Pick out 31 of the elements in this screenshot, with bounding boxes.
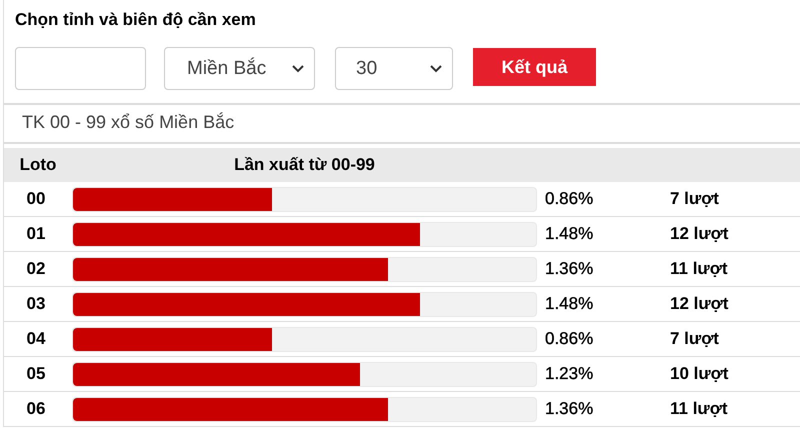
loto-number: 02 xyxy=(26,259,46,279)
count-value: 12 lượt xyxy=(669,294,728,314)
percent-value: 1.48% xyxy=(544,224,594,244)
count-value: 10 lượt xyxy=(669,364,728,384)
count-value: 11 lượt xyxy=(669,399,728,419)
percent-value: 1.36% xyxy=(544,399,594,419)
count-value: 7 lượt xyxy=(669,189,719,209)
percent-value: 1.23% xyxy=(544,364,594,384)
stats-title: TK 00 - 99 xổ số Miền Bắc xyxy=(4,105,800,144)
column-header: Loto xyxy=(18,155,58,175)
loto-number: 04 xyxy=(26,329,46,349)
result-button[interactable]: Kết quả xyxy=(473,48,596,86)
percent-value: 1.36% xyxy=(544,259,594,279)
chevron-icon xyxy=(292,64,304,72)
section-heading: Chọn tỉnh và biên độ cần xem xyxy=(14,9,257,30)
percent-value: 1.48% xyxy=(544,294,594,314)
loto-number: 01 xyxy=(26,224,46,244)
region-select[interactable]: Miền Bắc xyxy=(164,47,315,90)
percent-value: 0.86% xyxy=(544,329,594,349)
days-select[interactable]: 30 xyxy=(335,47,453,90)
percent-value: 0.86% xyxy=(544,189,594,209)
select-field[interactable] xyxy=(15,47,146,90)
count-value: 7 lượt xyxy=(669,329,719,349)
loto-number: 03 xyxy=(26,294,46,314)
loto-number: 06 xyxy=(26,399,46,419)
loto-number: 05 xyxy=(26,364,46,384)
loto-number: 00 xyxy=(26,189,46,209)
column-header: Lần xuất từ 00-99 xyxy=(233,155,376,175)
chevron-icon xyxy=(430,64,442,72)
count-value: 12 lượt xyxy=(669,224,728,244)
count-value: 11 lượt xyxy=(669,259,728,279)
